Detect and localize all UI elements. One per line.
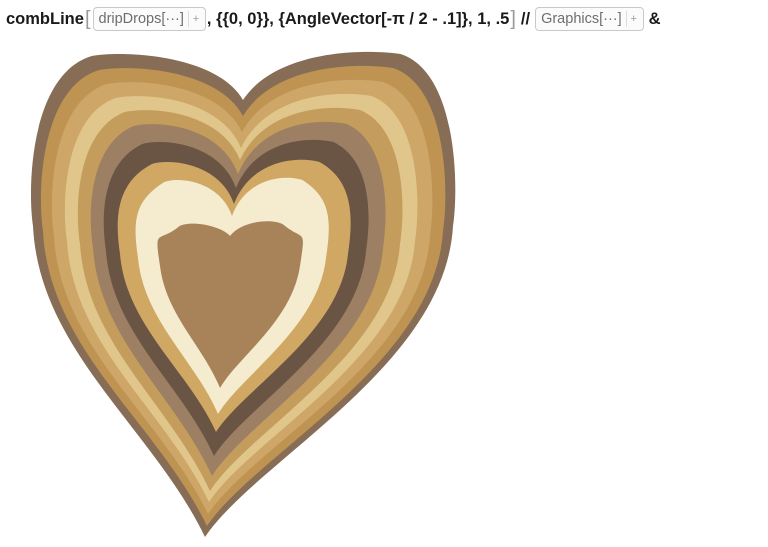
postfix-operator: // [520, 9, 531, 28]
origin-argument: , {{0, 0}}, { [206, 9, 285, 28]
chip-label: dripDrops[···] [98, 11, 184, 27]
angle-expression: [-π / 2 - .1] [381, 9, 462, 28]
chip-label: Graphics[···] [541, 11, 622, 27]
angle-function-name: AngleVector [284, 9, 382, 28]
graphics-output[interactable] [0, 36, 470, 542]
open-bracket: [ [84, 7, 91, 30]
iconized-graphics-chip[interactable]: Graphics[···] + [535, 7, 644, 31]
pure-function-ampersand: & [648, 9, 661, 28]
trailing-arguments: }, 1, .5 [461, 9, 510, 28]
expand-plus-icon[interactable]: + [625, 11, 641, 27]
function-name: combLine [6, 9, 84, 28]
input-code-line[interactable]: combLine [ dripDrops[···] + , {{0, 0}}, … [6, 4, 762, 34]
iconized-dripdrops-chip[interactable]: dripDrops[···] + [92, 7, 206, 31]
expand-plus-icon[interactable]: + [187, 11, 203, 27]
nested-hearts-graphic [30, 51, 456, 537]
close-bracket: ] [510, 7, 516, 30]
